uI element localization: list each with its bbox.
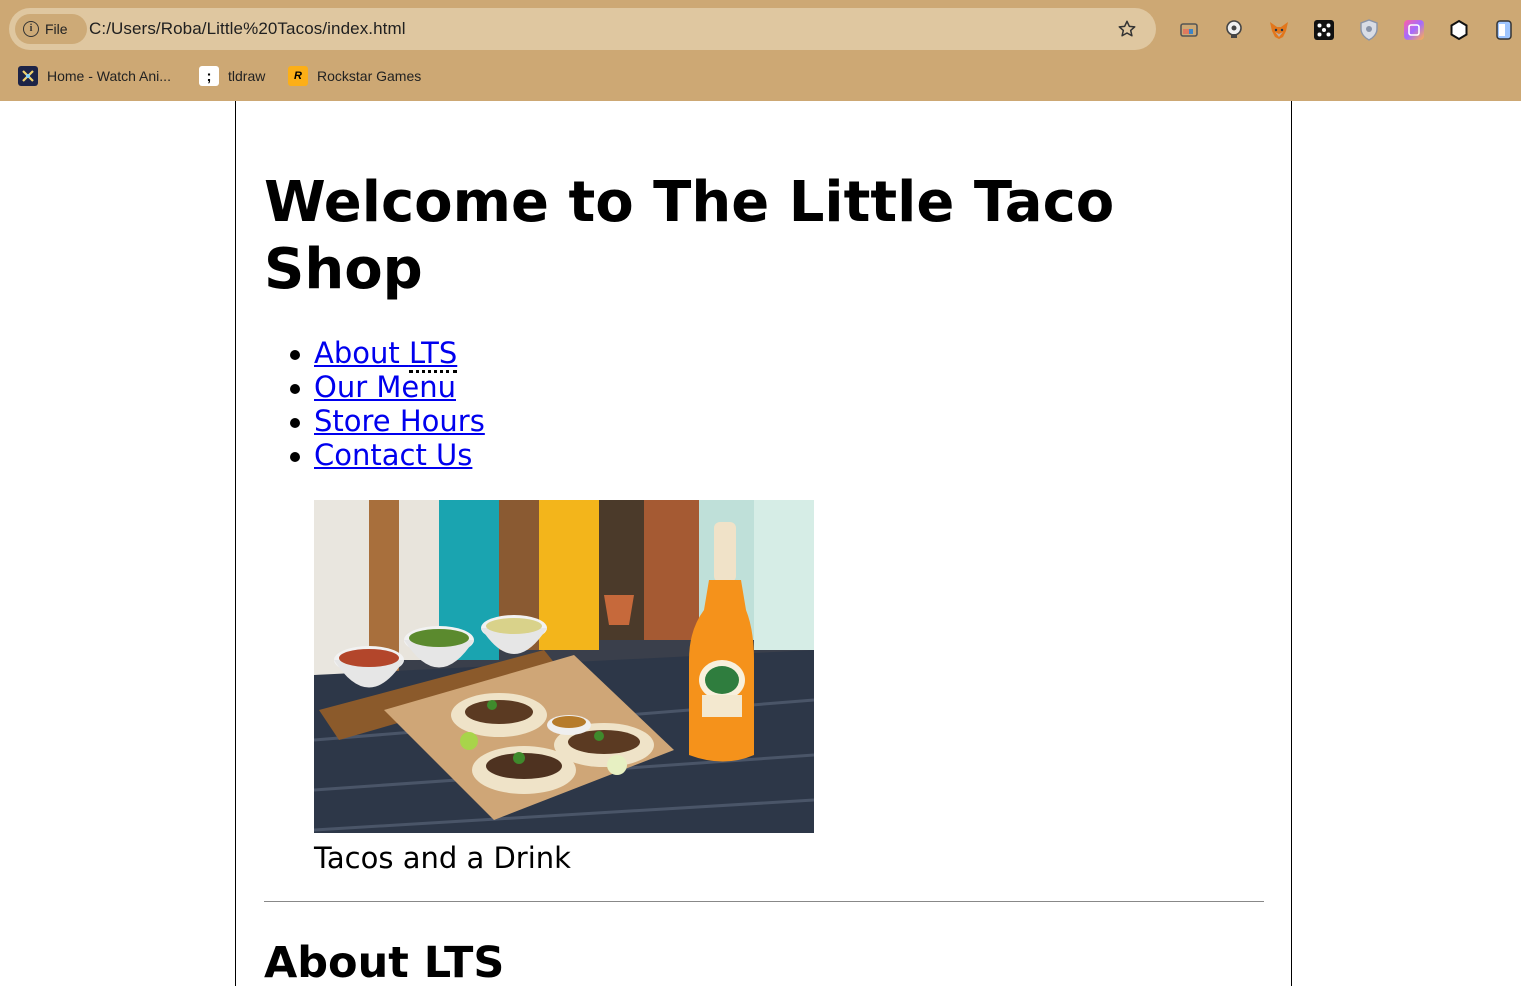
nav-item-contact: Contact Us bbox=[286, 438, 485, 472]
page-container: Welcome to The Little Taco Shop About LT… bbox=[235, 101, 1292, 986]
url-text[interactable]: C:/Users/Roba/Little%20Tacos/index.html bbox=[89, 19, 406, 39]
tldraw-icon: ; bbox=[199, 66, 219, 86]
hexagon-icon[interactable] bbox=[1443, 14, 1475, 46]
lts-abbr-heading: LTS bbox=[423, 938, 505, 986]
page-title: Welcome to The Little Taco Shop bbox=[264, 170, 1115, 302]
gradient-app-icon[interactable] bbox=[1398, 14, 1430, 46]
about-heading-text: About bbox=[264, 938, 424, 986]
about-heading: About LTS bbox=[264, 933, 505, 986]
address-bar[interactable]: i File C:/Users/Roba/Little%20Tacos/inde… bbox=[9, 8, 1156, 50]
tacos-photo bbox=[314, 500, 814, 833]
hours-link[interactable]: Store Hours bbox=[314, 404, 485, 438]
nav-item-menu: Our Menu bbox=[286, 370, 485, 404]
shield-icon[interactable] bbox=[1353, 14, 1385, 46]
nav-item-hours: Store Hours bbox=[286, 404, 485, 438]
bookmark-anime[interactable]: Home - Watch Ani... bbox=[18, 64, 171, 88]
fox-icon[interactable] bbox=[1263, 14, 1295, 46]
nav-item-about: About LTS bbox=[286, 336, 485, 373]
sidepanel-icon[interactable] bbox=[1488, 14, 1520, 46]
bookmark-star-icon[interactable] bbox=[1114, 16, 1140, 42]
dice-icon[interactable] bbox=[1308, 14, 1340, 46]
about-link[interactable]: About LTS bbox=[314, 336, 458, 373]
anime-site-icon bbox=[18, 66, 38, 86]
bookmark-label: tldraw bbox=[228, 68, 266, 84]
contact-link[interactable]: Contact Us bbox=[314, 438, 472, 472]
bulb-icon[interactable] bbox=[1218, 14, 1250, 46]
bookmark-label: Home - Watch Ani... bbox=[47, 68, 171, 84]
info-icon: i bbox=[23, 21, 39, 37]
main-nav: About LTS Our Menu Store Hours Contact U… bbox=[286, 336, 485, 472]
bookmark-rockstar[interactable]: R Rockstar Games bbox=[288, 64, 421, 88]
site-info-chip[interactable]: i File bbox=[15, 14, 87, 44]
menu-link[interactable]: Our Menu bbox=[314, 370, 456, 404]
bookmarks-bar: Home - Watch Ani... ; tldraw R Rockstar … bbox=[0, 60, 1521, 92]
about-link-text: About bbox=[314, 336, 409, 370]
cast-icon[interactable] bbox=[1173, 14, 1205, 46]
browser-chrome: i File C:/Users/Roba/Little%20Tacos/inde… bbox=[0, 0, 1521, 101]
horizontal-rule bbox=[264, 901, 1264, 902]
site-chip-label: File bbox=[45, 21, 68, 37]
lts-abbr: LTS bbox=[408, 336, 458, 373]
figure-caption: Tacos and a Drink bbox=[314, 841, 571, 875]
tacos-figure: Tacos and a Drink bbox=[314, 500, 814, 875]
rockstar-icon: R bbox=[288, 66, 308, 86]
bookmark-tldraw[interactable]: ; tldraw bbox=[199, 64, 265, 88]
bookmark-label: Rockstar Games bbox=[317, 68, 422, 84]
